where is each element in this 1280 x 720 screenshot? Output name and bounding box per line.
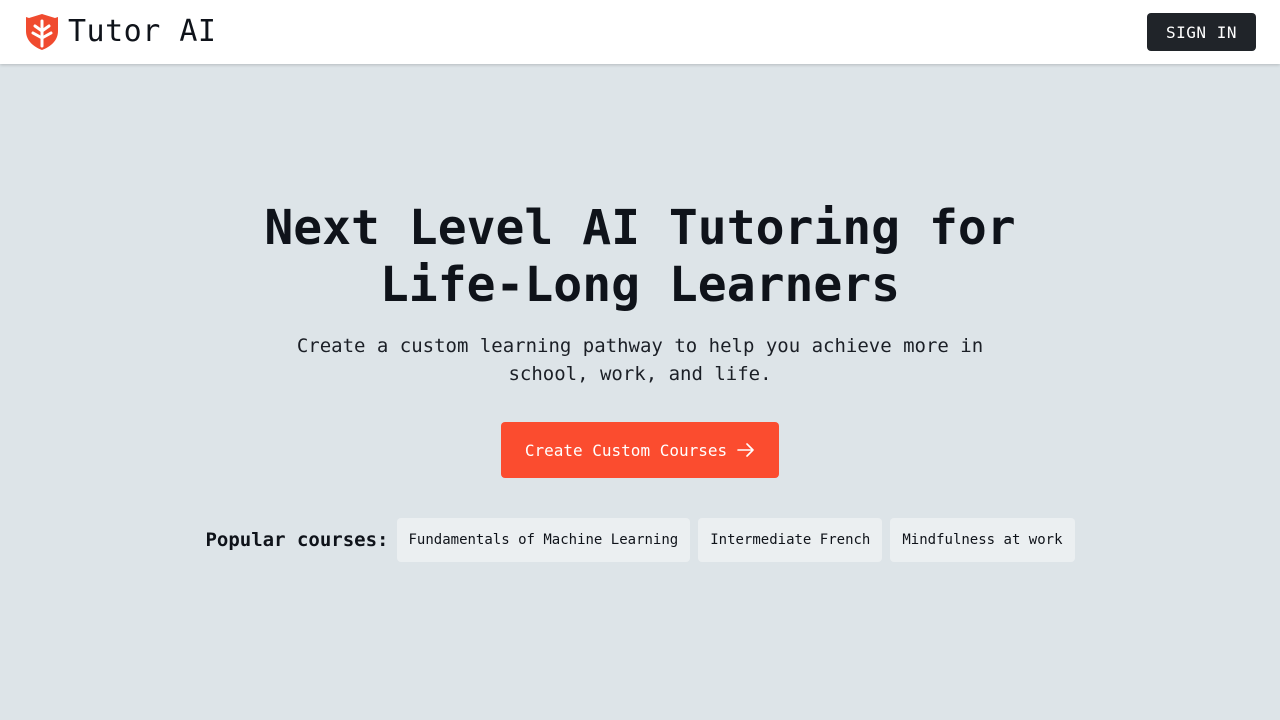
hero-section: Next Level AI Tutoring for Life-Long Lea… bbox=[0, 200, 1280, 388]
cta-label: Create Custom Courses bbox=[524, 440, 728, 460]
brand-logo-link[interactable]: Tutor AI bbox=[24, 12, 217, 52]
brand-name: Tutor AI bbox=[68, 14, 217, 49]
top-nav-bar: Tutor AI SIGN IN bbox=[0, 0, 1280, 64]
create-custom-courses-button[interactable]: Create Custom Courses bbox=[501, 422, 779, 478]
hero-title: Next Level AI Tutoring for Life-Long Lea… bbox=[264, 200, 1016, 313]
course-chip-intermediate-french[interactable]: Intermediate French bbox=[698, 518, 883, 562]
course-chip-machine-learning[interactable]: Fundamentals of Machine Learning bbox=[396, 518, 691, 562]
popular-courses: Popular courses: Fundamentals of Machine… bbox=[0, 518, 1280, 562]
hero-subtitle: Create a custom learning pathway to help… bbox=[296, 335, 984, 385]
course-chip-mindfulness[interactable]: Mindfulness at work bbox=[890, 518, 1075, 562]
shield-icon bbox=[26, 14, 58, 50]
arrow-right-icon bbox=[737, 443, 754, 457]
popular-courses-label: Popular courses: bbox=[205, 529, 389, 551]
sign-in-button[interactable]: SIGN IN bbox=[1147, 13, 1256, 51]
